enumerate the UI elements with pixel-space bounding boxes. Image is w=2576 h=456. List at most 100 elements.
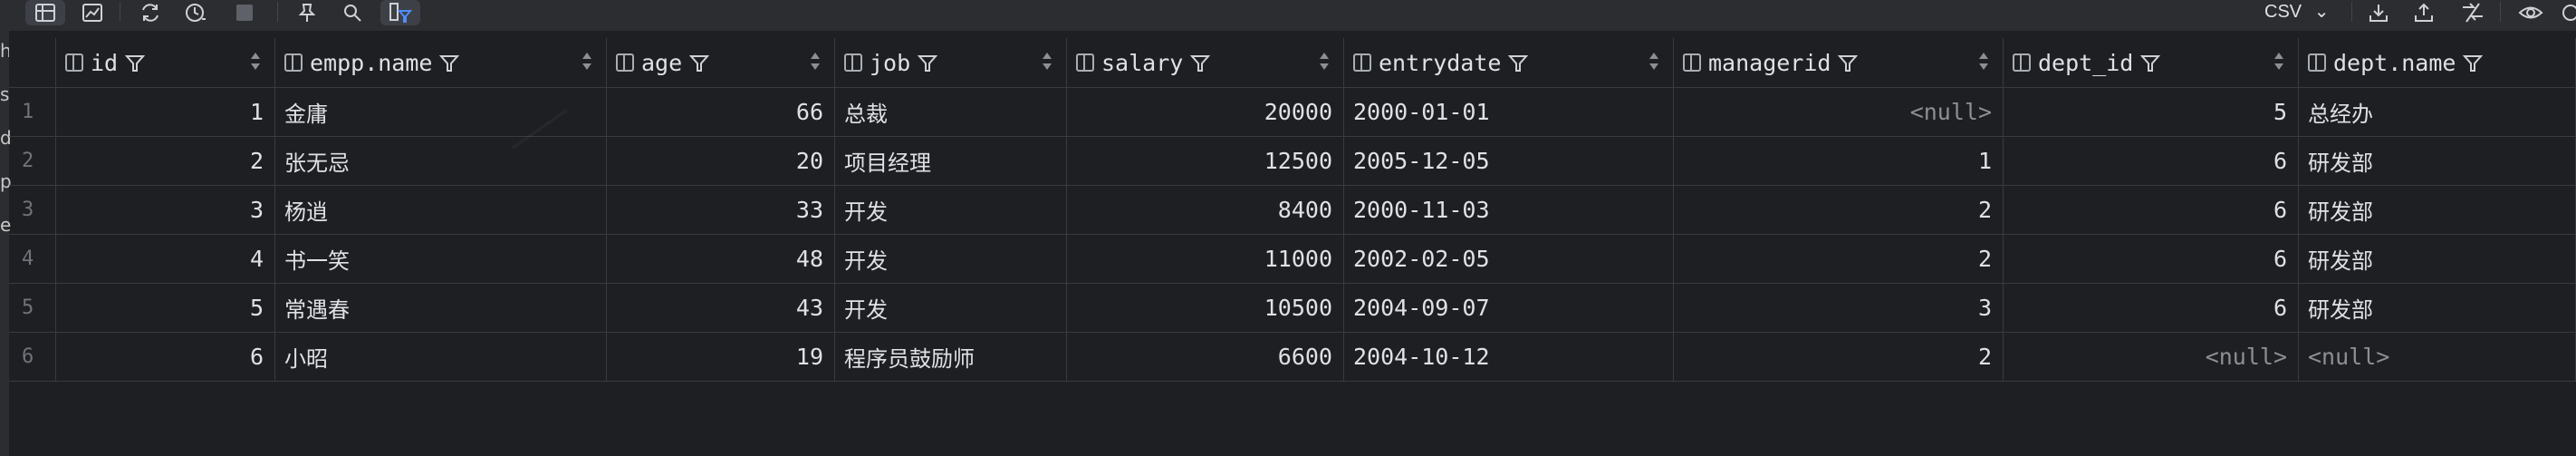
- filter-icon[interactable]: [1190, 53, 1211, 73]
- cell-dept-name[interactable]: 总经办: [2299, 88, 2576, 136]
- history-icon[interactable]: [178, 0, 214, 25]
- table-row[interactable]: 4 4 书一笑 48 开发 11000 2002-02-05 2 6 研发部: [9, 235, 2576, 284]
- filter-icon[interactable]: [1508, 53, 1529, 73]
- cell-managerid[interactable]: 1: [1674, 137, 2004, 185]
- cell-salary[interactable]: 10500: [1067, 284, 1344, 332]
- cell-dept-id[interactable]: 6: [2004, 284, 2299, 332]
- cell-age[interactable]: 20: [607, 137, 835, 185]
- cell-salary[interactable]: 12500: [1067, 137, 1344, 185]
- cell-job[interactable]: 程序员鼓励师: [835, 333, 1067, 381]
- filter-icon[interactable]: [688, 53, 710, 73]
- cell-dept-name[interactable]: 研发部: [2299, 186, 2576, 234]
- upload-icon[interactable]: [2408, 0, 2440, 25]
- cell-age[interactable]: 19: [607, 333, 835, 381]
- view-icon[interactable]: [2513, 0, 2549, 25]
- cell-id[interactable]: 2: [56, 137, 275, 185]
- table-row[interactable]: 1 1 金庸 66 总裁 20000 2000-01-01 <null> 5 总经办: [9, 88, 2576, 137]
- column-header-age[interactable]: age: [607, 38, 835, 87]
- filter-icon[interactable]: [439, 53, 460, 73]
- cell-entrydate[interactable]: 2005-12-05: [1344, 137, 1674, 185]
- sort-icon[interactable]: [1979, 53, 1988, 73]
- column-header-empp-name[interactable]: empp.name: [275, 38, 607, 87]
- pin-icon[interactable]: [290, 0, 324, 25]
- download-icon[interactable]: [2362, 0, 2395, 25]
- sort-icon[interactable]: [582, 53, 591, 73]
- cell-entrydate[interactable]: 2004-10-12: [1344, 333, 1674, 381]
- sort-icon[interactable]: [1320, 53, 1329, 73]
- settings-icon[interactable]: [2558, 0, 2576, 25]
- filter-columns-icon[interactable]: [380, 0, 420, 25]
- cell-id[interactable]: 6: [56, 333, 275, 381]
- cell-empp-name[interactable]: 小昭: [275, 333, 607, 381]
- stop-icon[interactable]: [228, 0, 261, 25]
- cell-entrydate[interactable]: 2002-02-05: [1344, 235, 1674, 283]
- filter-icon[interactable]: [2140, 53, 2161, 73]
- cell-dept-name[interactable]: <null>: [2299, 333, 2576, 381]
- cell-managerid[interactable]: 2: [1674, 235, 2004, 283]
- cell-salary[interactable]: 8400: [1067, 186, 1344, 234]
- cell-empp-name[interactable]: 书一笑: [275, 235, 607, 283]
- cell-managerid[interactable]: <null>: [1674, 88, 2004, 136]
- chart-view-icon[interactable]: [74, 0, 111, 25]
- cell-dept-id[interactable]: 6: [2004, 186, 2299, 234]
- cell-id[interactable]: 1: [56, 88, 275, 136]
- cell-job[interactable]: 开发: [835, 235, 1067, 283]
- column-header-id[interactable]: id: [56, 38, 275, 87]
- cell-dept-id[interactable]: 6: [2004, 235, 2299, 283]
- cell-entrydate[interactable]: 2004-09-07: [1344, 284, 1674, 332]
- cell-managerid[interactable]: 2: [1674, 186, 2004, 234]
- refresh-icon[interactable]: [132, 0, 168, 25]
- filter-icon[interactable]: [2463, 53, 2484, 73]
- column-header-salary[interactable]: salary: [1067, 38, 1344, 87]
- filter-icon[interactable]: [917, 53, 938, 73]
- cell-dept-id[interactable]: 5: [2004, 88, 2299, 136]
- sort-icon[interactable]: [811, 53, 820, 73]
- cell-dept-name[interactable]: 研发部: [2299, 137, 2576, 185]
- table-row[interactable]: 6 6 小昭 19 程序员鼓励师 6600 2004-10-12 2 <null> <null>: [9, 333, 2576, 382]
- cell-id[interactable]: 3: [56, 186, 275, 234]
- filter-icon[interactable]: [1838, 53, 1859, 73]
- table-row[interactable]: 3 3 杨逍 33 开发 8400 2000-11-03 2 6 研发部: [9, 186, 2576, 235]
- cell-salary[interactable]: 6600: [1067, 333, 1344, 381]
- sort-icon[interactable]: [251, 53, 260, 73]
- compare-icon[interactable]: [2455, 0, 2491, 25]
- search-icon[interactable]: [335, 0, 370, 25]
- column-header-dept-name[interactable]: dept.name: [2299, 38, 2576, 87]
- cell-empp-name[interactable]: 张无忌: [275, 137, 607, 185]
- table-row[interactable]: 2 2 张无忌 20 项目经理 12500 2005-12-05 1 6 研发部: [9, 137, 2576, 186]
- cell-job[interactable]: 开发: [835, 284, 1067, 332]
- cell-age[interactable]: 66: [607, 88, 835, 136]
- cell-age[interactable]: 48: [607, 235, 835, 283]
- cell-job[interactable]: 项目经理: [835, 137, 1067, 185]
- table-row[interactable]: 5 5 常遇春 43 开发 10500 2004-09-07 3 6 研发部: [9, 284, 2576, 333]
- cell-age[interactable]: 43: [607, 284, 835, 332]
- export-format-dropdown[interactable]: CSV ⌄: [2264, 0, 2329, 22]
- cell-dept-id[interactable]: 6: [2004, 137, 2299, 185]
- cell-entrydate[interactable]: 2000-11-03: [1344, 186, 1674, 234]
- sort-icon[interactable]: [1649, 53, 1658, 73]
- column-header-managerid[interactable]: managerid: [1674, 38, 2004, 87]
- column-header-dept-id[interactable]: dept_id: [2004, 38, 2299, 87]
- cell-managerid[interactable]: 2: [1674, 333, 2004, 381]
- cell-dept-id[interactable]: <null>: [2004, 333, 2299, 381]
- cell-age[interactable]: 33: [607, 186, 835, 234]
- cell-job[interactable]: 总裁: [835, 88, 1067, 136]
- sort-icon[interactable]: [1043, 53, 1052, 73]
- cell-empp-name[interactable]: 杨逍: [275, 186, 607, 234]
- cell-entrydate[interactable]: 2000-01-01: [1344, 88, 1674, 136]
- cell-id[interactable]: 4: [56, 235, 275, 283]
- cell-salary[interactable]: 20000: [1067, 88, 1344, 136]
- filter-icon[interactable]: [124, 53, 146, 73]
- cell-job[interactable]: 开发: [835, 186, 1067, 234]
- column-header-job[interactable]: job: [835, 38, 1067, 87]
- cell-dept-name[interactable]: 研发部: [2299, 284, 2576, 332]
- cell-dept-name[interactable]: 研发部: [2299, 235, 2576, 283]
- column-header-entrydate[interactable]: entrydate: [1344, 38, 1674, 87]
- cell-salary[interactable]: 11000: [1067, 235, 1344, 283]
- sort-icon[interactable]: [2274, 53, 2283, 73]
- cell-id[interactable]: 5: [56, 284, 275, 332]
- table-view-icon[interactable]: [25, 0, 65, 25]
- cell-managerid[interactable]: 3: [1674, 284, 2004, 332]
- cell-empp-name[interactable]: 常遇春: [275, 284, 607, 332]
- cell-empp-name[interactable]: 金庸: [275, 88, 607, 136]
